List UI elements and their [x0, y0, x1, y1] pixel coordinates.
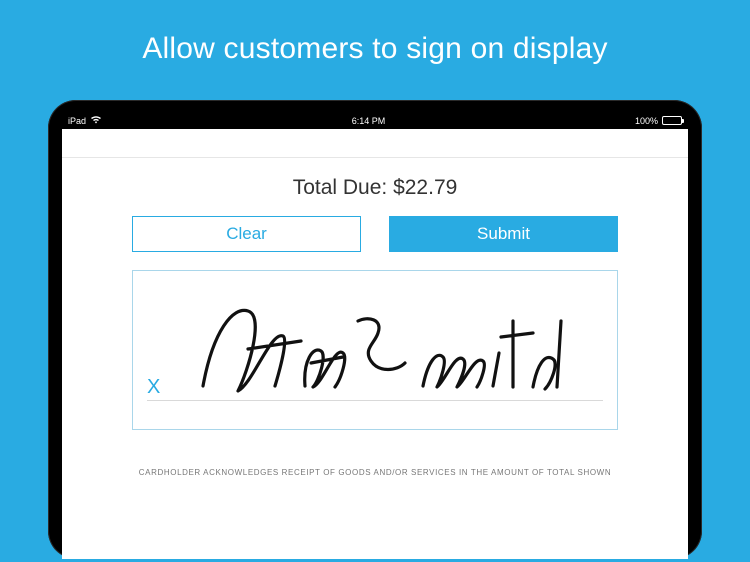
hero-title: Allow customers to sign on display [0, 0, 750, 66]
submit-button[interactable]: Submit [389, 216, 618, 252]
signature-x-mark: X [147, 376, 160, 399]
signature-line [147, 400, 603, 401]
signature-area[interactable]: X [132, 270, 618, 430]
tablet-frame: iPad 6:14 PM 100% Total Due: $22.79 Clea… [48, 100, 702, 559]
battery-icon [662, 116, 682, 125]
signature-stroke [193, 291, 573, 411]
status-bar: iPad 6:14 PM 100% [62, 112, 688, 129]
battery-percent: 100% [635, 116, 658, 126]
device-label: iPad [68, 116, 86, 126]
total-due-label: Total Due: $22.79 [132, 176, 618, 200]
app-screen: Total Due: $22.79 Clear Submit X CARDHOL… [62, 129, 688, 559]
clear-button[interactable]: Clear [132, 216, 361, 252]
legal-text: CARDHOLDER ACKNOWLEDGES RECEIPT OF GOODS… [132, 468, 618, 477]
wifi-icon [90, 115, 102, 126]
status-time: 6:14 PM [352, 116, 386, 126]
